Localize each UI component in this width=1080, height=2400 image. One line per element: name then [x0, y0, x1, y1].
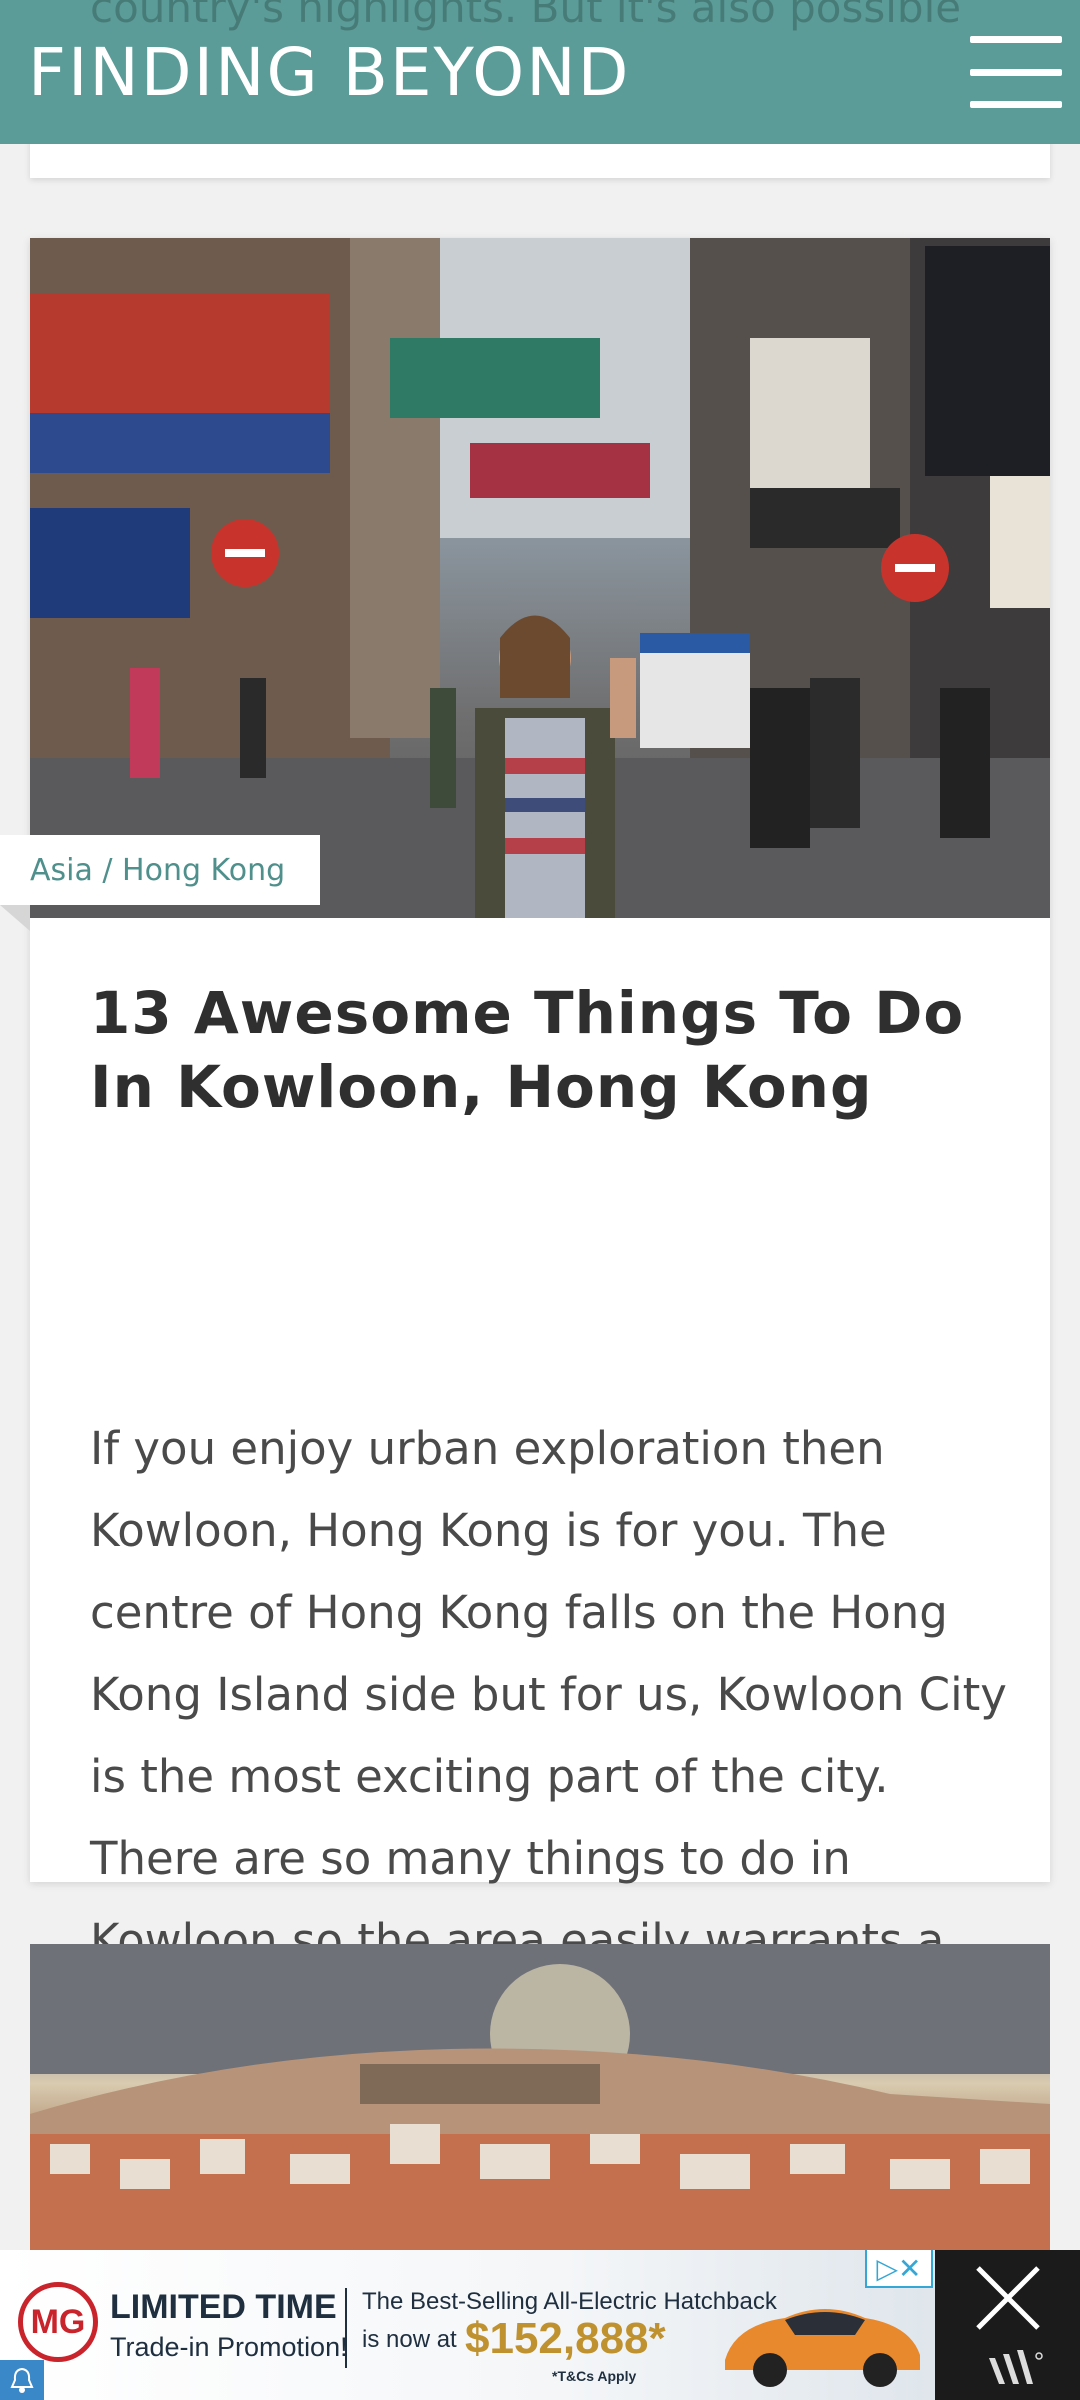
post-featured-image[interactable]	[30, 238, 1050, 918]
ad-close-panel	[935, 2250, 1080, 2400]
ad-terms: *T&Cs Apply	[552, 2368, 637, 2384]
category-tag[interactable]: Asia / Hong Kong	[0, 835, 320, 905]
street-scene-image	[30, 238, 1050, 918]
cityscape-image	[30, 1944, 1050, 2254]
close-icon[interactable]	[970, 2260, 1046, 2336]
car-image	[725, 2309, 920, 2387]
bell-icon[interactable]	[0, 2360, 44, 2400]
ad-headline: LIMITED TIME	[110, 2288, 337, 2326]
previous-post-excerpt-fragment: country's highlights. But it's also poss…	[90, 0, 962, 32]
ad-line2: is now at	[362, 2326, 457, 2353]
post-card[interactable]: Asia / Hong Kong 13 Awesome Things To Do…	[0, 238, 1050, 2049]
advertisement-banner[interactable]: MG LIMITED TIME Trade-in Promotion! The …	[0, 2250, 1080, 2400]
site-logo[interactable]: FINDING BEYOND	[28, 34, 630, 111]
mg-logo: MG	[18, 2282, 98, 2362]
hamburger-menu-icon[interactable]	[970, 36, 1062, 108]
ad-subheadline: Trade-in Promotion!	[110, 2332, 348, 2362]
ad-price: $152,888*	[465, 2314, 666, 2363]
site-header: country's highlights. But it's also poss…	[0, 0, 1080, 144]
next-post-image[interactable]	[30, 1944, 1050, 2254]
ad-network-logo-icon	[989, 2350, 1043, 2384]
category-tag-fold	[0, 905, 30, 931]
post-title[interactable]: 13 Awesome Things To Do In Kowloon, Hong…	[90, 976, 1010, 1124]
adchoices-icon[interactable]: ▷✕	[865, 2250, 933, 2288]
ad-divider	[345, 2288, 347, 2368]
